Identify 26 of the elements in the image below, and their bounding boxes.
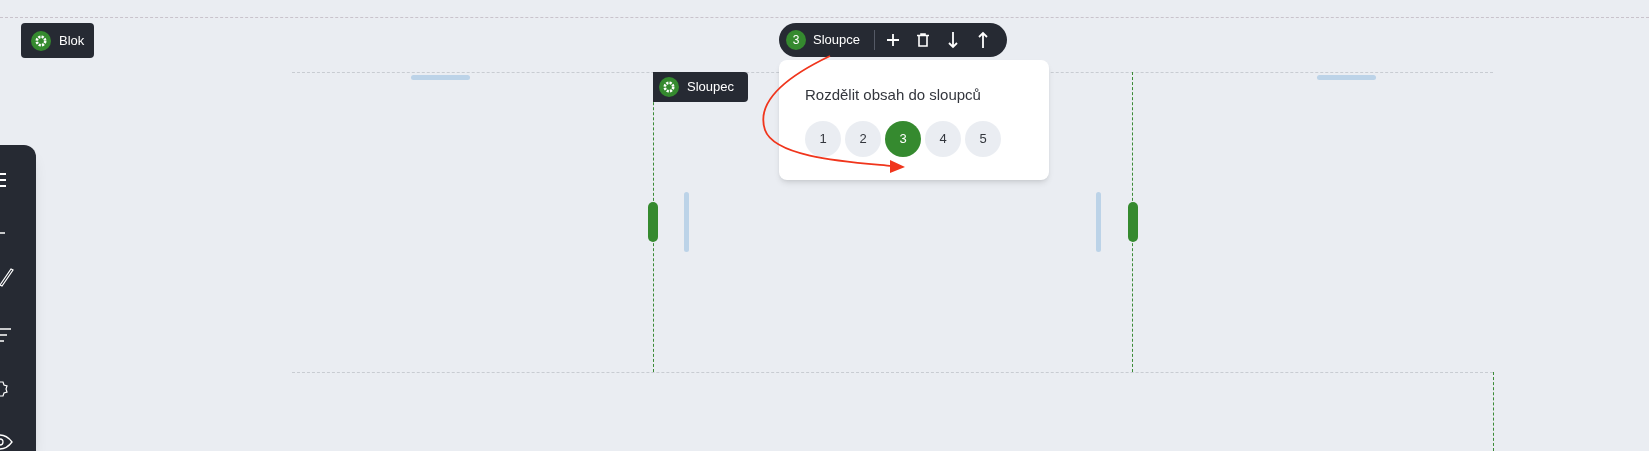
column-count-option[interactable]: 3 [885, 120, 921, 157]
column-drag-handle[interactable] [1128, 202, 1138, 242]
settings-icon [659, 77, 679, 97]
block-settings-button[interactable]: Blok [21, 23, 95, 58]
filter-icon[interactable] [0, 328, 12, 342]
menu-icon[interactable] [0, 173, 7, 187]
column-settings-button[interactable]: Sloupec [653, 72, 748, 102]
column-count-option[interactable]: 4 [925, 120, 961, 157]
eye-icon[interactable] [0, 433, 13, 451]
pen-icon[interactable] [0, 267, 14, 287]
column-drag-handle[interactable] [648, 202, 658, 242]
column-count-option[interactable]: 2 [845, 120, 881, 157]
delete-icon[interactable] [914, 31, 932, 49]
column-count-option[interactable]: 1 [805, 120, 841, 157]
resize-handle[interactable] [1096, 192, 1101, 252]
toolbar-label: Sloupce [813, 31, 860, 50]
popover-title: Rozdělit obsah do sloupců [805, 85, 982, 105]
resize-handle[interactable] [684, 192, 689, 252]
column-count-option[interactable]: 5 [965, 120, 1001, 157]
settings-icon[interactable] [0, 380, 8, 398]
column-count-badge: 3 [786, 30, 806, 50]
add-icon[interactable] [884, 31, 902, 49]
resize-handle[interactable] [411, 75, 470, 80]
minus-icon[interactable] [0, 231, 6, 235]
resize-handle[interactable] [1317, 75, 1376, 80]
settings-icon [31, 30, 51, 51]
